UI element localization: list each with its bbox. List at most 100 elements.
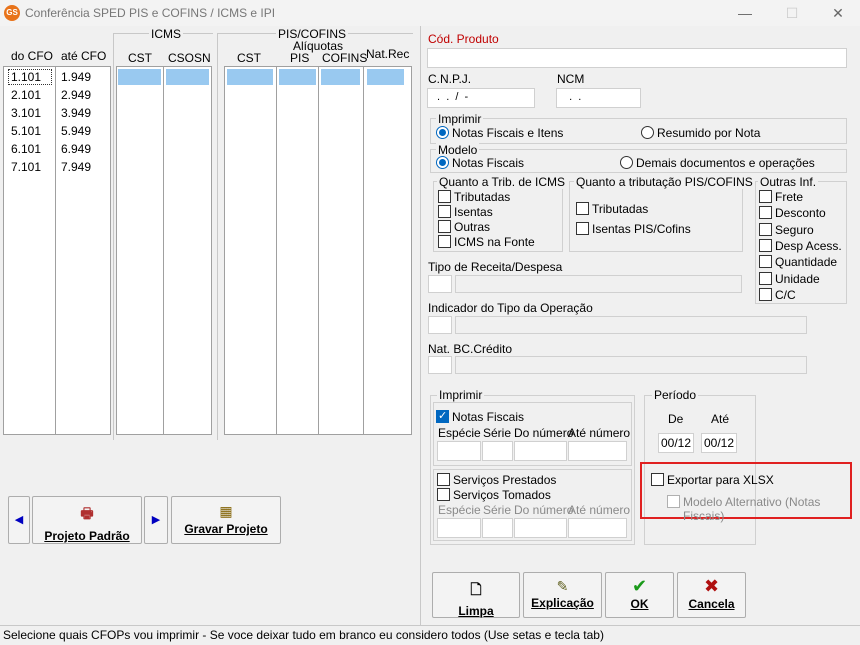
cnpj-input[interactable]: . . / - [427, 88, 535, 108]
cfo-table-row[interactable]: 2.101 2.949 [6, 88, 106, 106]
imprimir-group-title: Imprimir [436, 112, 484, 126]
nf-do-numero-label: Do número [514, 426, 574, 440]
cfo-to-cell[interactable]: 6.949 [61, 142, 91, 156]
icms-isentas-checkbox[interactable] [438, 205, 451, 218]
outras-inf-checkbox[interactable] [759, 238, 772, 252]
outras-inf-label: C/C [775, 287, 796, 302]
periodo-de-input[interactable]: 00/12 [658, 433, 694, 453]
cfo-from-cell[interactable]: 7.101 [11, 160, 41, 174]
cfo-table-row[interactable]: 3.101 3.949 [6, 106, 106, 124]
pis-col-cst: CST [237, 51, 261, 65]
cfo-from-cell[interactable]: 3.101 [11, 106, 41, 120]
cfo-to-cell[interactable]: 1.949 [61, 70, 91, 84]
icms-fonte-label: ICMS na Fonte [454, 235, 535, 249]
limpa-label: Limpa [458, 604, 494, 618]
periodo-ate-input[interactable]: 00/12 [701, 433, 737, 453]
outras-inf-checkbox[interactable] [759, 190, 772, 203]
indicador-desc-field [455, 316, 807, 334]
cfo-from-cell[interactable]: 5.101 [11, 124, 41, 138]
servicos-prestados-label: Serviços Prestados [453, 473, 557, 487]
pis-trib-group [569, 181, 743, 252]
cfo-to-cell[interactable]: 3.949 [61, 106, 91, 120]
pis-grid-divider-2 [318, 67, 319, 434]
nf-do-numero-input[interactable] [514, 441, 567, 461]
nat-bc-code-input[interactable] [428, 356, 452, 374]
pis-cst-selected-cell[interactable] [227, 69, 273, 85]
cancela-button[interactable]: ✖ Cancela [677, 572, 746, 618]
servicos-tomados-label: Serviços Tomados [453, 488, 551, 502]
minimize-button[interactable]: — [725, 3, 765, 23]
icms-tributadas-checkbox[interactable] [438, 190, 451, 203]
pis-isentas-checkbox[interactable] [576, 222, 589, 235]
pis-cofins-selected-cell[interactable] [321, 69, 360, 85]
cfo-from-cell[interactable]: 1.101 [11, 70, 41, 84]
ncm-input[interactable]: . . [556, 88, 641, 108]
limpa-button[interactable]: 🗋 Limpa [432, 572, 520, 618]
cfo-from-cell[interactable]: 6.101 [11, 142, 41, 156]
serv-especie-input[interactable] [437, 518, 481, 538]
outras-inf-checkbox[interactable] [759, 287, 772, 301]
col-header-from: do CFO [11, 49, 54, 63]
modelo-demais-radio[interactable] [620, 156, 633, 169]
cfo-to-cell[interactable]: 5.949 [61, 124, 91, 138]
outras-inf-checkbox[interactable] [759, 271, 772, 285]
cfo-table-row[interactable]: 5.101 5.949 [6, 124, 106, 142]
pis-natrec-selected-cell[interactable] [367, 69, 404, 85]
imprimir-itens-radio[interactable] [436, 126, 449, 139]
tipo-receita-code-input[interactable] [428, 275, 452, 293]
icms-cst-selected-cell[interactable] [118, 69, 161, 85]
cfo-to-cell[interactable]: 2.949 [61, 88, 91, 102]
next-project-button[interactable]: ▶ [144, 496, 168, 544]
cod-produto-input[interactable] [427, 48, 847, 68]
cfo-table-row[interactable]: 6.101 6.949 [6, 142, 106, 160]
save-project-label: Gravar Projeto [184, 522, 268, 536]
icms-outras-checkbox[interactable] [438, 220, 451, 233]
nf-serie-input[interactable] [482, 441, 513, 461]
cfo-table-row[interactable]: 1.101 1.949 [6, 70, 106, 88]
nf-especie-input[interactable] [437, 441, 481, 461]
close-button[interactable]: ✕ [818, 3, 858, 23]
pis-trib-title: Quanto a tributação PIS/COFINS [574, 175, 755, 189]
cancela-label: Cancela [688, 597, 735, 611]
icms-fonte-checkbox[interactable] [438, 235, 451, 248]
nf-ate-numero-label: Até número [568, 426, 631, 440]
nf-checkbox[interactable] [436, 409, 449, 423]
outras-inf-label: Desconto [775, 206, 826, 221]
serv-serie-input[interactable] [482, 518, 513, 538]
pis-col-pis: PIS [290, 51, 310, 65]
status-bar: Selecione quais CFOPs vou imprimir - Se … [0, 625, 860, 645]
outras-inf-checkbox[interactable] [759, 206, 772, 220]
indicador-code-input[interactable] [428, 316, 452, 334]
save-project-button[interactable]: ▦ Gravar Projeto [171, 496, 281, 544]
periodo-ate-label: Até [711, 412, 730, 426]
icms-csosn-selected-cell[interactable] [166, 69, 209, 85]
servicos-prestados-checkbox[interactable] [437, 473, 450, 486]
outras-inf-checkbox[interactable] [759, 222, 772, 236]
serv-do-numero-input[interactable] [514, 518, 567, 538]
icms-grid[interactable] [116, 66, 212, 435]
prev-project-button[interactable]: ◀ [8, 496, 30, 544]
nf-ate-numero-input[interactable] [568, 441, 627, 461]
ok-button[interactable]: ✔ OK [605, 572, 674, 618]
modelo-alternativo-checkbox[interactable] [667, 495, 680, 508]
nf-especie-label: Espécie [438, 426, 481, 440]
maximize-button[interactable]: ☐ [772, 3, 812, 23]
cfo-to-cell[interactable]: 7.949 [61, 160, 91, 174]
serv-ate-numero-label: Até número [568, 503, 631, 517]
modelo-nf-label: Notas Fiscais [452, 156, 525, 170]
pis-tributadas-checkbox[interactable] [576, 202, 589, 215]
exportar-xlsx-checkbox[interactable] [651, 473, 664, 486]
icms-group-title: ICMS [149, 27, 183, 41]
serv-ate-numero-input[interactable] [568, 518, 627, 538]
imprimir-resumido-radio[interactable] [641, 126, 654, 139]
cfo-table-row[interactable]: 7.101 7.949 [6, 160, 106, 178]
default-project-button[interactable]: 🖶 Projeto Padrão [32, 496, 142, 544]
explicacao-label: Explicação [531, 596, 594, 610]
modelo-nf-radio[interactable] [436, 156, 449, 169]
explicacao-button[interactable]: ✎ Explicação [523, 572, 602, 618]
pis-grid-divider-1 [276, 67, 277, 434]
pis-pis-selected-cell[interactable] [279, 69, 316, 85]
outras-inf-checkbox[interactable] [759, 255, 772, 269]
cfo-from-cell[interactable]: 2.101 [11, 88, 41, 102]
servicos-tomados-checkbox[interactable] [437, 488, 450, 501]
